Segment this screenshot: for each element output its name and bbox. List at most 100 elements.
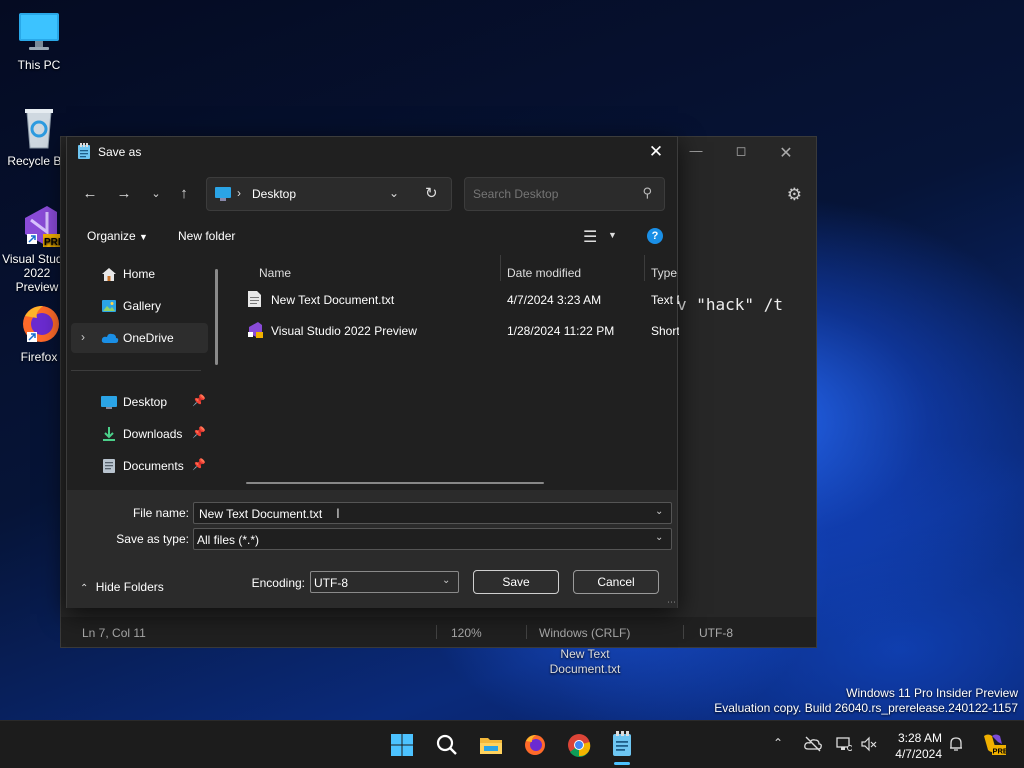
organize-label: Organize (87, 229, 136, 243)
save-type-select[interactable]: All files (*.*) ⌄ (193, 528, 672, 550)
nav-label: Home (123, 267, 156, 281)
column-divider (500, 255, 501, 281)
gear-icon[interactable]: ⚙ (787, 185, 802, 205)
active-app-indicator (614, 762, 630, 765)
recent-locations-chevron-icon[interactable]: ⌄ (145, 184, 167, 204)
firefox-icon (17, 302, 61, 346)
status-line-ending[interactable]: Windows (CRLF) (539, 626, 630, 640)
organize-button[interactable]: Organize ▼ (87, 229, 148, 243)
search-icon[interactable]: ⚲ (642, 185, 652, 201)
column-header-name[interactable]: Name (259, 266, 291, 280)
encoding-select[interactable]: UTF-8 ⌄ (310, 571, 459, 593)
view-options-icon[interactable]: ☰ (583, 227, 597, 247)
desktop-icon-this-pc[interactable]: This PC (4, 10, 74, 72)
status-encoding[interactable]: UTF-8 (699, 626, 733, 640)
file-row[interactable]: New Text Document.txt 4/7/2024 3:23 AM T… (241, 285, 679, 313)
start-windows-icon[interactable] (390, 733, 414, 757)
nav-item-home[interactable]: Home (71, 259, 208, 289)
nav-item-desktop[interactable]: Desktop 📌 (71, 387, 208, 417)
pin-icon: 📌 (192, 395, 206, 407)
network-icon[interactable] (836, 736, 853, 755)
notepad-text[interactable]: v "hack" /t (677, 295, 783, 314)
nav-item-downloads[interactable]: Downloads 📌 (71, 419, 208, 449)
minimize-icon[interactable]: — (686, 143, 706, 159)
notification-bell-icon[interactable] (948, 736, 964, 755)
search-input[interactable] (473, 187, 633, 201)
nav-item-gallery[interactable]: Gallery (71, 291, 208, 321)
evaluation-watermark: Windows 11 Pro Insider Preview Evaluatio… (714, 686, 1018, 715)
encoding-value: UTF-8 (314, 576, 348, 590)
system-clock[interactable]: 3:28 AM 4/7/2024 (895, 730, 942, 762)
status-zoom[interactable]: 120% (451, 626, 482, 640)
address-path[interactable]: Desktop (252, 187, 296, 201)
save-button[interactable]: Save (473, 570, 559, 594)
chevron-down-icon[interactable]: ⌄ (442, 575, 454, 587)
maximize-icon[interactable]: ◻ (731, 143, 751, 159)
desktop-icon-label: New Text Document.txt (549, 647, 621, 676)
home-icon (101, 266, 117, 282)
back-button[interactable]: ← (79, 184, 101, 204)
recycle-bin-icon (17, 106, 61, 150)
monitor-icon (17, 10, 61, 54)
expand-chevron-icon[interactable]: › (81, 330, 85, 344)
help-icon[interactable]: ? (647, 228, 663, 244)
file-row[interactable]: Visual Studio 2022 Preview 1/28/2024 11:… (241, 316, 679, 344)
resize-grip-icon[interactable]: ⋯ (667, 597, 676, 608)
desktop-folder-icon (215, 187, 231, 201)
encoding-label: Encoding: (251, 576, 305, 590)
chevron-down-icon[interactable]: ⌄ (655, 506, 667, 518)
refresh-icon[interactable]: ↻ (425, 184, 438, 202)
desktop-icon-label: This PC (17, 58, 61, 72)
text-cursor: I (336, 505, 340, 521)
nav-pane-scrollbar[interactable] (215, 269, 218, 365)
file-list: ⌃ Name Date modified Type New Text Docum… (229, 255, 679, 491)
chevron-up-icon: ⌃ (80, 583, 89, 594)
address-dropdown-icon[interactable]: ⌄ (389, 186, 399, 200)
nav-item-documents[interactable]: Documents 📌 (71, 451, 208, 481)
status-position: Ln 7, Col 11 (82, 626, 146, 640)
file-name-field[interactable]: New Text Document.txt I ⌄ (193, 502, 672, 524)
firefox-icon[interactable] (523, 733, 547, 757)
desktop-folder-icon (101, 394, 117, 410)
view-dropdown-icon[interactable]: ▼ (608, 230, 617, 240)
dialog-close-button[interactable]: ✕ (643, 141, 669, 163)
notepad-icon[interactable] (611, 731, 635, 756)
file-name-value[interactable]: New Text Document.txt (199, 507, 322, 521)
desktop-icon-new-text-document[interactable]: New Text Document.txt (545, 647, 625, 677)
file-date: 4/7/2024 3:23 AM (507, 293, 602, 307)
column-header-date[interactable]: Date modified (507, 266, 581, 280)
volume-muted-icon[interactable] (861, 736, 877, 755)
nav-label: Gallery (123, 299, 162, 313)
dialog-title: Save as (98, 145, 142, 159)
hide-folders-button[interactable]: ⌃ Hide Folders (80, 580, 164, 594)
new-folder-button[interactable]: New folder (178, 229, 235, 243)
close-icon[interactable]: ✕ (776, 143, 796, 162)
onedrive-cloud-icon (101, 330, 119, 346)
notepad-icon (78, 143, 90, 159)
chevron-down-icon: ▼ (139, 232, 148, 242)
up-button[interactable]: ↑ (173, 184, 195, 204)
save-options-panel: File name: New Text Document.txt I ⌄ Sav… (67, 490, 677, 608)
status-divider (683, 625, 684, 639)
search-box[interactable]: ⚲ (464, 177, 665, 211)
onedrive-offline-icon[interactable] (804, 736, 822, 755)
watermark-line-2: Evaluation copy. Build 26040.rs_prerelea… (714, 701, 1018, 715)
file-name: Visual Studio 2022 Preview (271, 324, 417, 338)
file-explorer-icon[interactable] (479, 733, 503, 757)
cancel-button[interactable]: Cancel (573, 570, 659, 594)
chevron-down-icon[interactable]: ⌄ (655, 532, 667, 544)
show-hidden-icons-chevron-icon[interactable]: ⌃ (773, 736, 783, 750)
file-list-horizontal-scrollbar[interactable] (246, 482, 544, 484)
forward-button[interactable]: → (113, 184, 135, 204)
dialog-title-bar: Save as ✕ (67, 137, 677, 167)
chrome-icon[interactable] (567, 733, 591, 757)
status-divider (526, 625, 527, 639)
window-caption-buttons: — ◻ ✕ (676, 137, 816, 167)
copilot-preview-icon[interactable]: PRE (980, 732, 1008, 759)
column-divider (644, 255, 645, 281)
address-bar[interactable]: › Desktop ⌄ ↻ (206, 177, 452, 211)
file-date: 1/28/2024 11:22 PM (507, 324, 615, 338)
nav-item-onedrive[interactable]: › OneDrive (71, 323, 208, 353)
search-icon[interactable] (435, 733, 459, 757)
column-header-type[interactable]: Type (651, 266, 677, 280)
